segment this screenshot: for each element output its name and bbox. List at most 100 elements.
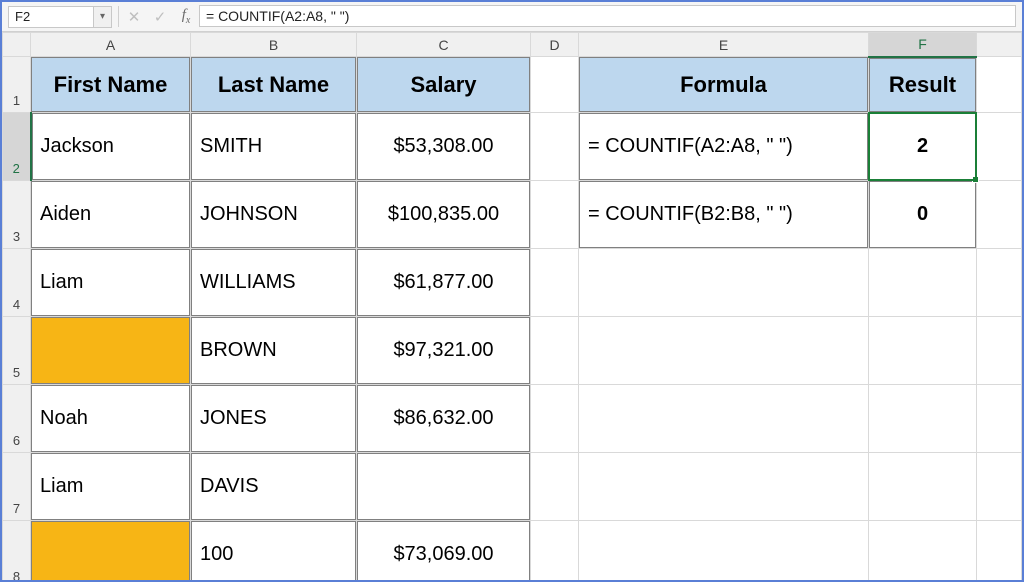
cell-F8[interactable] xyxy=(869,521,977,581)
cell-blank[interactable] xyxy=(977,57,1022,113)
cell-content: First Name xyxy=(31,57,190,112)
cell-B5[interactable]: BROWN xyxy=(191,317,357,385)
table-row: 8 100 $73,069.00 xyxy=(3,521,1022,581)
cell-D3[interactable] xyxy=(531,181,579,249)
cell-content: 100 xyxy=(191,521,356,580)
row-header-3[interactable]: 3 xyxy=(3,181,31,249)
cell-A7[interactable]: Liam xyxy=(31,453,191,521)
cell-E3[interactable]: = COUNTIF(B2:B8, " ") xyxy=(579,181,869,249)
cell-content: $100,835.00 xyxy=(357,181,530,248)
cell-B4[interactable]: WILLIAMS xyxy=(191,249,357,317)
cell-D1[interactable] xyxy=(531,57,579,113)
cell-C6[interactable]: $86,632.00 xyxy=(357,385,531,453)
row-header-2[interactable]: 2 xyxy=(3,113,31,181)
col-header-F[interactable]: F xyxy=(869,33,977,57)
cell-content: JONES xyxy=(191,385,356,452)
table-row: 7 Liam DAVIS xyxy=(3,453,1022,521)
col-header-blank[interactable] xyxy=(977,33,1022,57)
name-box-wrap: F2 ▾ xyxy=(2,2,116,31)
col-header-B[interactable]: B xyxy=(191,33,357,57)
cell-content: 2 xyxy=(869,113,976,180)
cell-E7[interactable] xyxy=(579,453,869,521)
spreadsheet-grid[interactable]: A B C D E F 1 First Name Last Name Salar… xyxy=(2,32,1022,580)
cell-A8[interactable] xyxy=(31,521,191,581)
cell-B8[interactable]: 100 xyxy=(191,521,357,581)
cell-blank[interactable] xyxy=(977,385,1022,453)
cancel-formula-button[interactable]: ✕ xyxy=(121,2,147,31)
cell-content: SMITH xyxy=(191,113,356,180)
cell-E2[interactable]: = COUNTIF(A2:A8, " ") xyxy=(579,113,869,181)
cell-E8[interactable] xyxy=(579,521,869,581)
cell-D2[interactable] xyxy=(531,113,579,181)
cell-A2[interactable]: Jackson xyxy=(31,113,191,181)
name-box[interactable]: F2 xyxy=(8,6,94,28)
cell-F5[interactable] xyxy=(869,317,977,385)
formula-bar: F2 ▾ ✕ ✓ fx = COUNTIF(A2:A8, " ") xyxy=(2,2,1022,32)
column-header-row: A B C D E F xyxy=(3,33,1022,57)
row-header-1[interactable]: 1 xyxy=(3,57,31,113)
cell-D4[interactable] xyxy=(531,249,579,317)
cell-F3[interactable]: 0 xyxy=(869,181,977,249)
cell-D6[interactable] xyxy=(531,385,579,453)
table-row: 2 Jackson SMITH $53,308.00 = COUNTIF(A2:… xyxy=(3,113,1022,181)
cell-B1[interactable]: Last Name xyxy=(191,57,357,113)
cell-content: 0 xyxy=(869,181,976,248)
cell-C5[interactable]: $97,321.00 xyxy=(357,317,531,385)
cell-A3[interactable]: Aiden xyxy=(31,181,191,249)
cell-blank[interactable] xyxy=(977,453,1022,521)
col-header-E[interactable]: E xyxy=(579,33,869,57)
row-header-6[interactable]: 6 xyxy=(3,385,31,453)
fill-handle[interactable] xyxy=(972,176,979,183)
cell-C7[interactable] xyxy=(357,453,531,521)
cell-A1[interactable]: First Name xyxy=(31,57,191,113)
col-header-D[interactable]: D xyxy=(531,33,579,57)
cell-B6[interactable]: JONES xyxy=(191,385,357,453)
row-header-5[interactable]: 5 xyxy=(3,317,31,385)
cell-F4[interactable] xyxy=(869,249,977,317)
cell-blank[interactable] xyxy=(977,181,1022,249)
cell-C1[interactable]: Salary xyxy=(357,57,531,113)
cell-F6[interactable] xyxy=(869,385,977,453)
cell-content xyxy=(31,521,190,580)
cell-A5[interactable] xyxy=(31,317,191,385)
cell-E1[interactable]: Formula xyxy=(579,57,869,113)
cell-content: = COUNTIF(A2:A8, " ") xyxy=(579,113,868,180)
cell-blank[interactable] xyxy=(977,113,1022,181)
cell-E5[interactable] xyxy=(579,317,869,385)
cell-A6[interactable]: Noah xyxy=(31,385,191,453)
cell-C4[interactable]: $61,877.00 xyxy=(357,249,531,317)
cell-F1[interactable]: Result xyxy=(869,57,977,113)
cell-blank[interactable] xyxy=(977,521,1022,581)
cell-content: $61,877.00 xyxy=(357,249,530,316)
cell-content: Formula xyxy=(579,57,868,112)
cell-F7[interactable] xyxy=(869,453,977,521)
confirm-formula-button[interactable]: ✓ xyxy=(147,2,173,31)
fx-icon: fx xyxy=(182,7,191,26)
cell-D5[interactable] xyxy=(531,317,579,385)
row-header-4[interactable]: 4 xyxy=(3,249,31,317)
table-row: 4 Liam WILLIAMS $61,877.00 xyxy=(3,249,1022,317)
col-header-C[interactable]: C xyxy=(357,33,531,57)
cell-D7[interactable] xyxy=(531,453,579,521)
col-header-A[interactable]: A xyxy=(31,33,191,57)
cell-B3[interactable]: JOHNSON xyxy=(191,181,357,249)
cell-blank[interactable] xyxy=(977,317,1022,385)
cell-B7[interactable]: DAVIS xyxy=(191,453,357,521)
row-header-8[interactable]: 8 xyxy=(3,521,31,581)
cell-E4[interactable] xyxy=(579,249,869,317)
cell-F2[interactable]: 2 xyxy=(869,113,977,181)
cell-D8[interactable] xyxy=(531,521,579,581)
name-box-dropdown[interactable]: ▾ xyxy=(94,6,112,28)
cell-A4[interactable]: Liam xyxy=(31,249,191,317)
cell-C3[interactable]: $100,835.00 xyxy=(357,181,531,249)
cell-C2[interactable]: $53,308.00 xyxy=(357,113,531,181)
select-all-corner[interactable] xyxy=(3,33,31,57)
row-header-7[interactable]: 7 xyxy=(3,453,31,521)
cell-blank[interactable] xyxy=(977,249,1022,317)
insert-function-button[interactable]: fx xyxy=(173,2,199,31)
cell-B2[interactable]: SMITH xyxy=(191,113,357,181)
formula-input[interactable]: = COUNTIF(A2:A8, " ") xyxy=(199,5,1016,27)
cell-C8[interactable]: $73,069.00 xyxy=(357,521,531,581)
cell-E6[interactable] xyxy=(579,385,869,453)
chevron-down-icon: ▾ xyxy=(100,11,105,22)
